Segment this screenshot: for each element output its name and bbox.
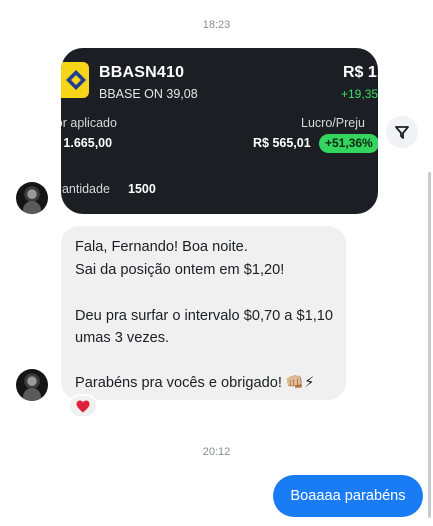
heart-reaction[interactable] — [68, 394, 98, 418]
chat-thread: 18:23 BBASN410 BBASE ON 39,08 R$ 1, +19,… — [0, 0, 433, 526]
price: R$ 1, — [343, 64, 378, 81]
scrollbar[interactable] — [428, 172, 431, 518]
quantity-label: uantidade — [61, 182, 110, 196]
asset-subtitle: BBASE ON 39,08 — [99, 87, 198, 101]
message-line: umas 3 vezes. — [75, 330, 170, 346]
avatar[interactable] — [16, 182, 48, 214]
change-percent: +19,35 — [341, 87, 378, 101]
message-line: Parabéns pra vocês e obrigado! 👊🏼⚡ — [75, 375, 315, 391]
profit-value: R$ 565,01 — [253, 136, 311, 150]
applied-label: lor aplicado — [61, 116, 117, 130]
applied-value: $ 1.665,00 — [61, 136, 113, 150]
ticker: BBASN410 — [99, 64, 185, 81]
profit-percent-badge: +51,36% — [319, 134, 378, 153]
message-line: Deu pra surfar o intervalo $0,70 a $1,10 — [75, 308, 333, 324]
profit-label: Lucro/Preju — [301, 116, 365, 130]
banco-do-brasil-logo — [61, 62, 89, 98]
heart-icon — [76, 400, 90, 412]
timestamp: 20:12 — [202, 446, 231, 458]
quantity-value: 1500 — [128, 182, 156, 196]
stock-position-card[interactable]: BBASN410 BBASE ON 39,08 R$ 1, +19,35 lor… — [61, 48, 378, 214]
avatar[interactable] — [16, 369, 48, 401]
message-line: Fala, Fernando! Boa noite. — [75, 239, 248, 255]
received-message-bubble[interactable]: Fala, Fernando! Boa noite. Sai da posiçã… — [61, 226, 346, 400]
sent-message-bubble[interactable]: Boaaaa parabéns — [273, 475, 423, 517]
timestamp: 18:23 — [202, 19, 231, 31]
share-button[interactable] — [386, 116, 418, 148]
share-filter-icon — [395, 126, 409, 139]
message-line: Sai da posição ontem em $1,20! — [75, 262, 285, 278]
